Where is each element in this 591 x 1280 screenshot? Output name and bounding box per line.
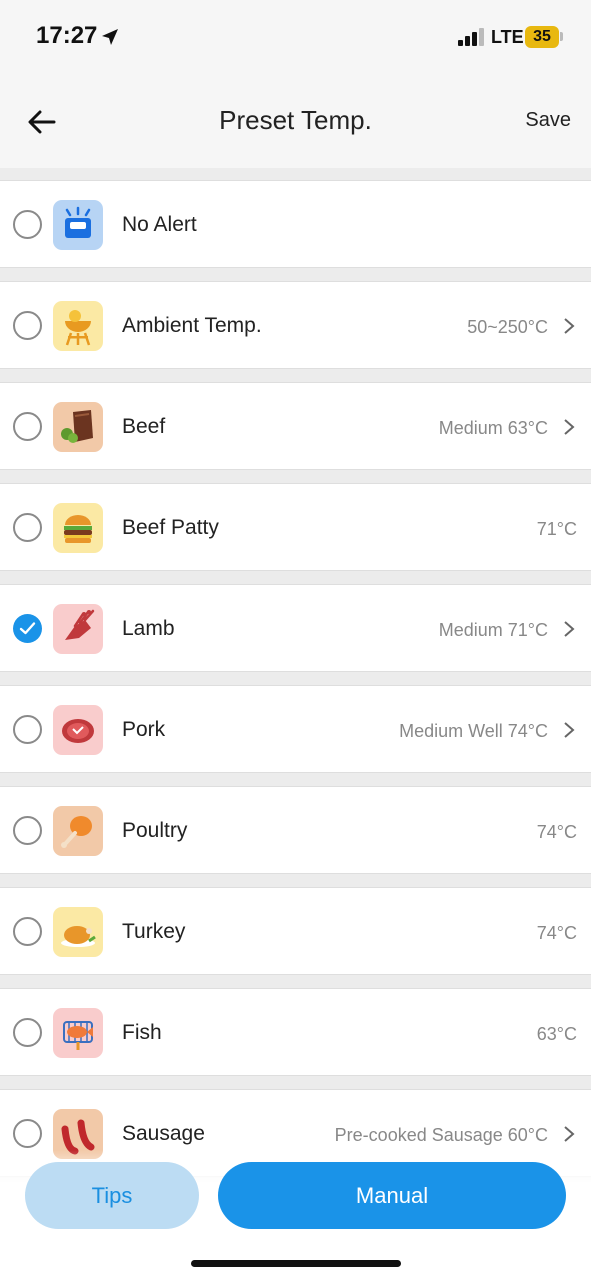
item-value: 74°C	[536, 822, 577, 842]
burger-icon	[53, 503, 103, 553]
chevron-right-icon	[564, 1126, 575, 1142]
chevron-right-icon	[564, 318, 575, 334]
checkmark-icon	[19, 622, 36, 635]
list-item-lamb[interactable]: Lamb Medium 71°C	[0, 584, 591, 672]
item-value: Medium 71°C	[438, 620, 548, 640]
network-label: LTE	[491, 27, 524, 47]
radio-button[interactable]	[13, 816, 42, 845]
list-item-beef[interactable]: Beef Medium 63°C	[0, 382, 591, 470]
manual-button[interactable]: Manual	[218, 1162, 566, 1229]
radio-button[interactable]	[13, 715, 42, 744]
item-value: Medium 63°C	[438, 418, 548, 438]
item-value: 71°C	[536, 519, 577, 539]
item-label: Fish	[122, 1021, 162, 1044]
item-label: Pork	[122, 718, 166, 741]
beef-icon	[53, 402, 103, 452]
pork-steak-icon	[53, 705, 103, 755]
radio-button[interactable]	[13, 210, 42, 239]
item-label: Beef Patty	[122, 516, 219, 539]
battery-icon: 35	[525, 26, 559, 48]
list-item-ambient-temp[interactable]: Ambient Temp. 50~250°C	[0, 281, 591, 369]
item-label: Turkey	[122, 920, 186, 943]
battery-tip	[560, 32, 563, 41]
lamb-rack-icon	[53, 604, 103, 654]
list-item-no-alert[interactable]: No Alert	[0, 180, 591, 268]
list-item-beef-patty[interactable]: Beef Patty 71°C	[0, 483, 591, 571]
item-value: 50~250°C	[467, 317, 548, 337]
item-label: Lamb	[122, 617, 175, 640]
item-label: Ambient Temp.	[122, 314, 262, 337]
radio-button[interactable]	[13, 513, 42, 542]
chevron-right-icon	[564, 419, 575, 435]
list-item-fish[interactable]: Fish 63°C	[0, 988, 591, 1076]
item-value: 74°C	[536, 923, 577, 943]
roast-turkey-icon	[53, 907, 103, 957]
signal-icon	[458, 28, 484, 46]
chevron-right-icon	[564, 722, 575, 738]
tips-button[interactable]: Tips	[25, 1162, 199, 1229]
preset-list: No Alert Ambient Temp. 50~250°C Beef Med…	[0, 180, 591, 1190]
grill-icon	[53, 301, 103, 351]
radio-button[interactable]	[13, 311, 42, 340]
item-value: Medium Well 74°C	[399, 721, 548, 741]
list-item-poultry[interactable]: Poultry 74°C	[0, 786, 591, 874]
page-title: Preset Temp.	[219, 105, 372, 135]
radio-button-checked[interactable]	[13, 614, 42, 643]
radio-button[interactable]	[13, 412, 42, 441]
item-label: No Alert	[122, 213, 197, 236]
drumstick-icon	[53, 806, 103, 856]
radio-button[interactable]	[13, 1119, 42, 1148]
location-arrow-icon	[102, 29, 118, 45]
grilled-fish-icon	[53, 1008, 103, 1058]
item-label: Poultry	[122, 819, 188, 842]
save-button[interactable]: Save	[525, 109, 571, 132]
no-alert-icon	[53, 200, 103, 250]
status-bar: 17:27 LTE 35	[0, 0, 591, 76]
item-value: Pre-cooked Sausage 60°C	[334, 1125, 548, 1145]
nav-bar: Preset Temp. Save	[0, 76, 591, 168]
chevron-right-icon	[564, 621, 575, 637]
item-label: Sausage	[122, 1122, 205, 1145]
status-time: 17:27	[36, 22, 98, 49]
item-label: Beef	[122, 415, 166, 438]
radio-button[interactable]	[13, 1018, 42, 1047]
list-item-turkey[interactable]: Turkey 74°C	[0, 887, 591, 975]
radio-button[interactable]	[13, 917, 42, 946]
home-indicator[interactable]	[191, 1260, 401, 1267]
list-item-pork[interactable]: Pork Medium Well 74°C	[0, 685, 591, 773]
item-value: 63°C	[536, 1024, 577, 1044]
